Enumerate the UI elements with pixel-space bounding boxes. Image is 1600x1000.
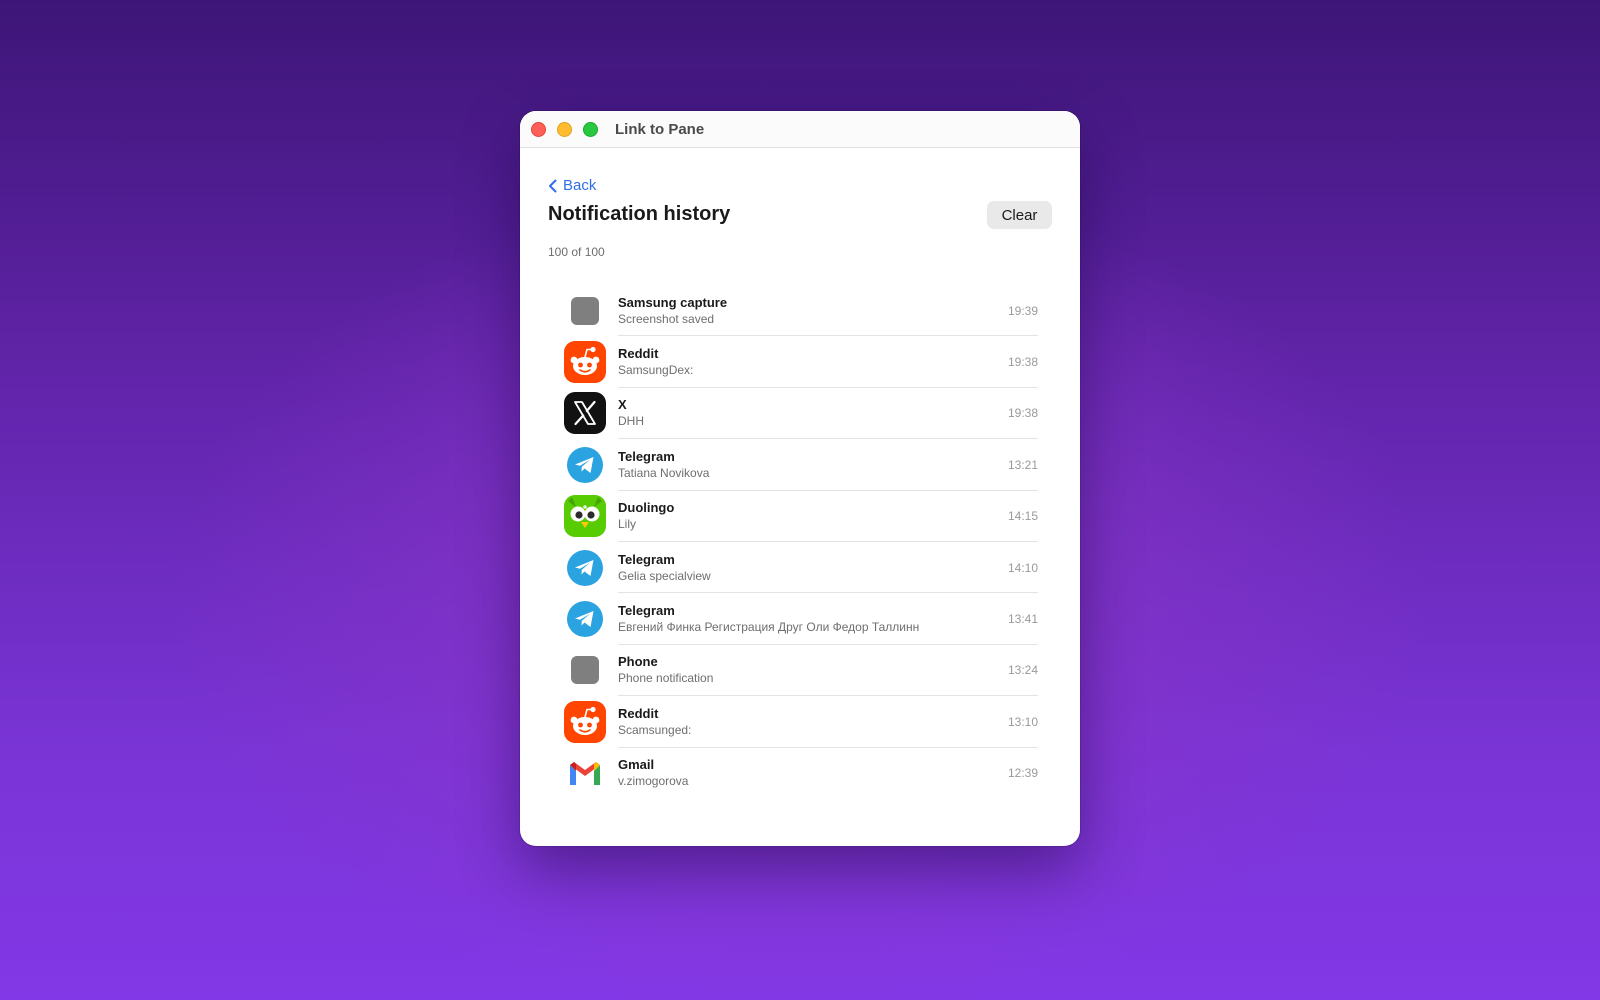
notification-row[interactable]: Reddit SamsungDex: 19:38 — [564, 336, 1038, 388]
notification-app-name: Reddit — [618, 346, 659, 362]
app-window: Link to Pane Back Notification history C… — [520, 111, 1080, 846]
notification-time: 19:38 — [1007, 355, 1038, 370]
notification-time: 13:24 — [1007, 663, 1038, 678]
notification-list[interactable]: Samsung capture Screenshot saved 19:39 Red… — [564, 285, 1038, 791]
notification-time: 14:10 — [1007, 560, 1038, 575]
notification-row[interactable]: Telegram Tatiana Novikova 13:21 — [564, 439, 1038, 491]
notification-texts: Samsung capture Screenshot saved — [618, 294, 988, 328]
notification-app-name: Telegram — [618, 551, 675, 567]
gmail-icon — [564, 752, 606, 791]
generic-app-icon — [564, 649, 606, 691]
notification-count: 100 of 100 — [548, 245, 605, 259]
notification-text: Gelia specialview — [618, 568, 711, 583]
telegram-icon — [564, 547, 606, 589]
notification-texts: Phone Phone notification — [618, 653, 988, 687]
back-label: Back — [563, 177, 597, 194]
notification-row[interactable]: Reddit Scamsunged: 13:10 — [564, 696, 1038, 748]
notification-time: 12:39 — [1007, 766, 1038, 781]
minimize-window-button[interactable] — [557, 121, 572, 137]
telegram-icon — [564, 444, 606, 486]
notification-text: Phone notification — [618, 671, 714, 686]
window-title: Link to Pane — [615, 120, 705, 138]
notification-app-name: Reddit — [618, 705, 659, 721]
notification-app-name: Telegram — [618, 448, 675, 464]
notification-texts: Duolingo Lily — [618, 499, 988, 533]
close-window-button[interactable] — [531, 121, 546, 137]
notification-texts: X DHH — [618, 396, 988, 430]
notification-texts: Gmail v.zimogorova — [618, 756, 988, 790]
notification-text: v.zimogorova — [618, 774, 689, 789]
reddit-icon — [564, 341, 606, 384]
title-bar: Link to Pane — [520, 111, 1080, 148]
notification-texts: Reddit Scamsunged: — [618, 705, 988, 739]
telegram-icon — [564, 598, 606, 640]
notification-text: Lily — [618, 517, 637, 532]
notification-app-name: X — [618, 397, 627, 413]
notification-texts: Telegram Gelia specialview — [618, 551, 988, 585]
notification-text: SamsungDex: — [618, 363, 694, 378]
duolingo-icon — [564, 495, 606, 538]
notification-time: 13:41 — [1007, 612, 1038, 627]
notification-texts: Telegram Евгений Финка Регистрация Друг О… — [618, 602, 988, 636]
reddit-icon — [564, 700, 606, 743]
notification-row[interactable]: Samsung capture Screenshot saved 19:39 — [564, 285, 1038, 337]
notification-row[interactable]: Phone Phone notification 13:24 — [564, 645, 1038, 697]
notification-texts: Telegram Tatiana Novikova — [618, 448, 988, 482]
notification-row[interactable]: X DHH 19:38 — [564, 388, 1038, 440]
clear-button[interactable]: Clear — [987, 201, 1052, 229]
x-icon — [564, 392, 606, 435]
notification-row[interactable]: Gmail v.zimogorova 12:39 — [564, 748, 1038, 791]
notification-app-name: Phone — [618, 654, 658, 670]
zoom-window-button[interactable] — [583, 121, 598, 137]
notification-time: 13:10 — [1007, 714, 1038, 729]
notification-time: 14:15 — [1007, 509, 1038, 524]
notification-time: 13:21 — [1007, 457, 1038, 472]
notification-text: Scamsunged: — [618, 722, 692, 737]
main-content: Back Notification history Clear 100 of 1… — [520, 149, 1080, 846]
notification-time: 19:39 — [1007, 303, 1038, 318]
notification-texts: Reddit SamsungDex: — [618, 345, 988, 379]
chevron-left-icon — [549, 179, 557, 192]
page-title: Notification history — [548, 203, 731, 225]
generic-app-icon — [564, 290, 606, 332]
notification-row[interactable]: Duolingo Lily 14:15 — [564, 491, 1038, 542]
notification-app-name: Gmail — [618, 757, 655, 773]
notification-text: Screenshot saved — [618, 311, 715, 326]
notification-row[interactable]: Telegram Gelia specialview 14:10 — [564, 542, 1038, 594]
back-button[interactable]: Back — [548, 177, 596, 194]
notification-row[interactable]: Telegram Евгений Финка Регистрация Друг О… — [564, 593, 1038, 645]
notification-text: Евгений Финка Регистрация Друг Оли Федор… — [618, 620, 920, 635]
notification-app-name: Duolingo — [618, 500, 675, 516]
notification-text: Tatiana Novikova — [618, 465, 710, 480]
notification-app-name: Samsung capture — [618, 294, 728, 310]
notification-app-name: Telegram — [618, 603, 675, 619]
notification-time: 19:38 — [1007, 406, 1038, 421]
notification-text: DHH — [618, 414, 644, 429]
